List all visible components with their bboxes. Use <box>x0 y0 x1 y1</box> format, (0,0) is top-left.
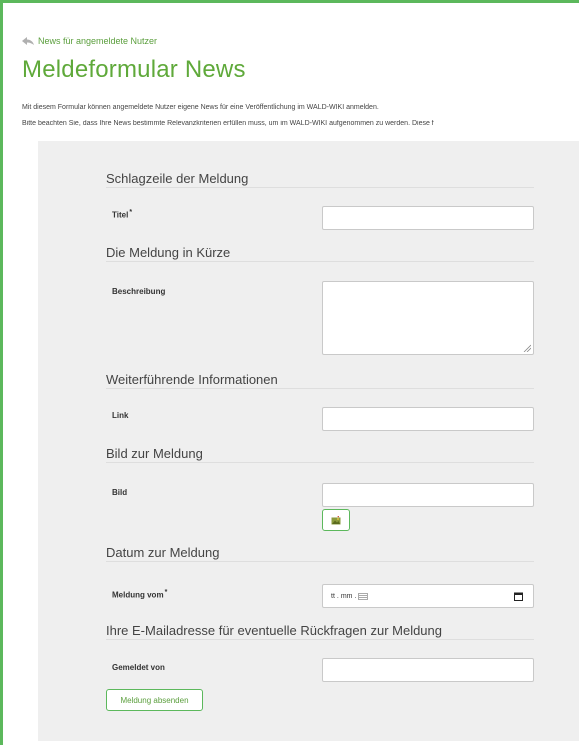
title-label: Titel* <box>112 209 132 220</box>
back-link-label: News für angemeldete Nutzer <box>38 36 158 46</box>
image-icon <box>331 515 341 524</box>
image-label: Bild <box>112 488 128 497</box>
section-divider <box>106 187 534 188</box>
section-divider <box>106 388 534 389</box>
required-mark: * <box>129 209 133 216</box>
section-title-date: Datum zur Meldung <box>106 545 220 560</box>
reporter-label: Gemeldet von <box>112 663 165 672</box>
image-picker-button[interactable] <box>322 509 350 531</box>
date-label: Meldung vom* <box>112 589 167 600</box>
calendar-icon[interactable] <box>514 592 523 601</box>
required-mark: * <box>164 589 168 596</box>
news-form: Schlagzeile der Meldung Titel* Die Meldu… <box>38 141 579 741</box>
title-input[interactable] <box>322 206 534 230</box>
description-textarea[interactable] <box>322 281 534 355</box>
link-input[interactable] <box>322 407 534 431</box>
link-label: Link <box>112 411 129 420</box>
section-divider <box>106 462 534 463</box>
section-title-summary: Die Meldung in Kürze <box>106 245 231 260</box>
description-label: Beschreibung <box>112 287 166 296</box>
intro-text-line2: Bitte beachten Sie, dass Ihre News besti… <box>22 120 434 127</box>
year-placeholder-icon <box>358 592 369 600</box>
submit-button[interactable]: Meldung absenden <box>106 689 203 711</box>
title-label-text: Titel <box>112 210 129 220</box>
section-divider <box>106 639 534 640</box>
date-month-placeholder: mm <box>340 592 353 600</box>
date-day-placeholder: tt <box>331 592 335 600</box>
date-placeholder: tt. mm. <box>331 592 369 600</box>
date-separator: . <box>336 592 339 600</box>
date-input[interactable]: tt. mm. <box>322 584 534 608</box>
back-arrow-icon <box>22 37 34 45</box>
page-title: Meldeformular News <box>22 56 246 83</box>
section-divider <box>106 261 534 262</box>
date-separator: . <box>354 592 357 600</box>
resize-grip-icon[interactable] <box>523 344 531 352</box>
section-title-more-info: Weiterführende Informationen <box>106 372 278 387</box>
section-title-contact: Ihre E-Mailadresse für eventuelle Rückfr… <box>106 623 443 638</box>
section-divider <box>106 561 534 562</box>
date-label-text: Meldung vom <box>112 590 164 600</box>
reporter-email-input[interactable] <box>322 658 534 682</box>
back-link[interactable]: News für angemeldete Nutzer <box>22 36 157 46</box>
section-title-headline: Schlagzeile der Meldung <box>106 171 249 186</box>
section-title-image: Bild zur Meldung <box>106 446 203 461</box>
image-input[interactable] <box>322 483 534 507</box>
intro-text-line1: Mit diesem Formular können angemeldete N… <box>22 104 379 111</box>
